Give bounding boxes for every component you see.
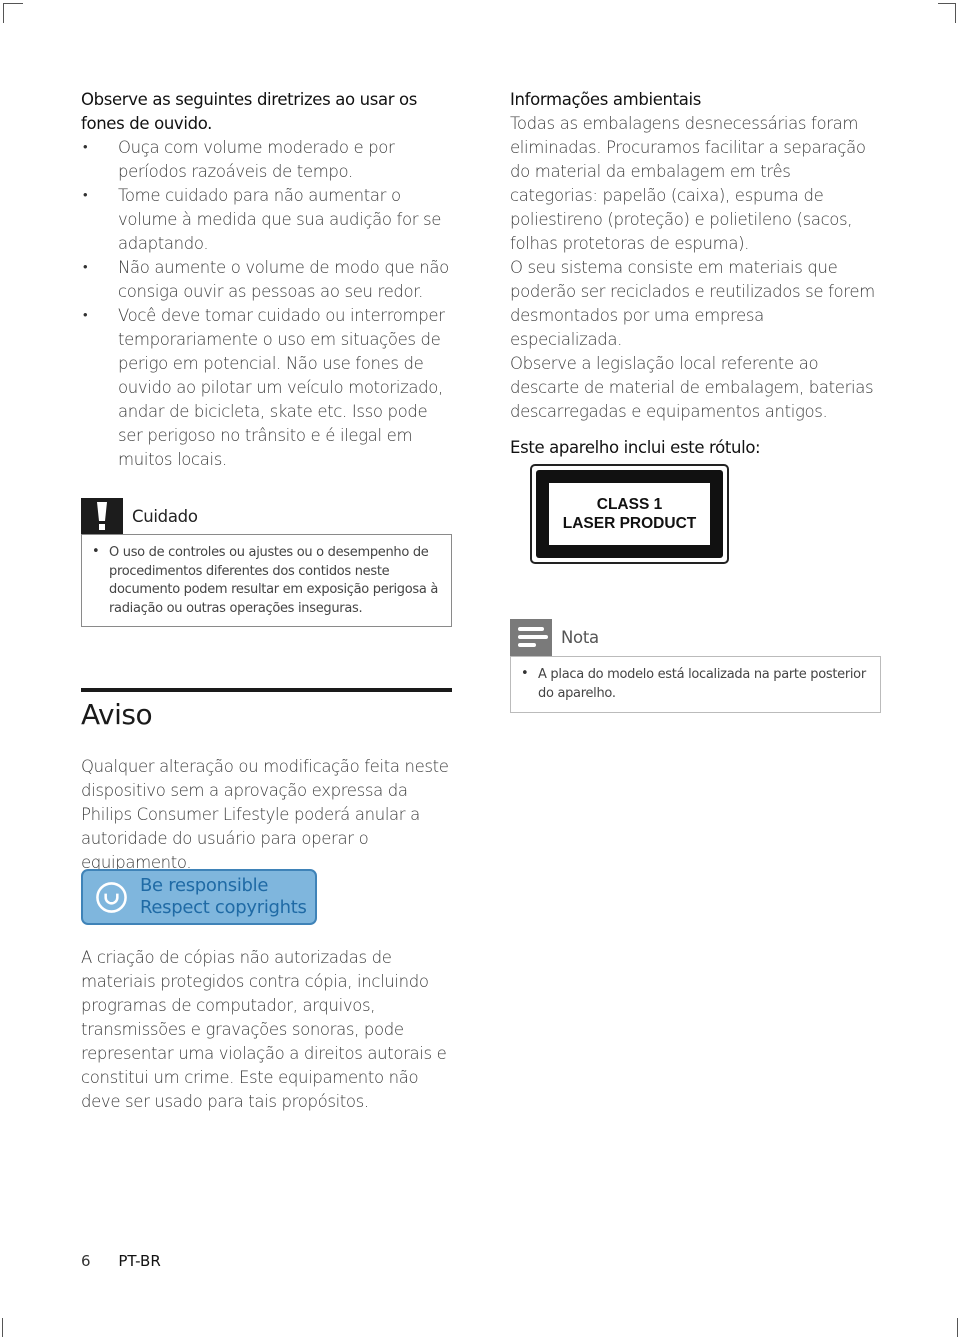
laser-label-line-1: CLASS 1 [596, 496, 663, 513]
environmental-info-heading: Informações ambientais [510, 90, 701, 109]
list-item: O uso de controles ou ajustes ou o desem… [92, 543, 441, 618]
label-intro: Este aparelho inclui este rótulo: [510, 438, 761, 457]
list-item: Ouça com volume moderado e por períodos … [81, 136, 456, 184]
laser-label-line-2: LASER PRODUCT [562, 515, 697, 532]
note-lines-icon [510, 619, 552, 656]
aviso-heading: Aviso [81, 698, 153, 731]
right-column: Informações ambientais Todas as embalage… [510, 88, 880, 460]
copyright-line-2: Respect copyrights [140, 897, 307, 918]
headphone-guidelines-list: Ouça com volume moderado e por períodos … [81, 136, 456, 472]
environmental-paragraph: Todas as embalagens desnecessárias foram… [510, 114, 866, 253]
exclamation-icon [81, 498, 123, 534]
crop-mark-bottom-left-v [2, 1318, 3, 1337]
smile-circle-icon [96, 881, 127, 913]
caution-header: Cuidado [81, 498, 452, 534]
page-number: 6 [81, 1252, 91, 1270]
copyright-line-1: Be responsible [140, 875, 269, 896]
headphone-guidelines-intro: Observe as seguintes diretrizes ao usar … [81, 90, 418, 133]
list-item: Não aumente o volume de modo que não con… [81, 256, 456, 304]
left-column: Observe as seguintes diretrizes ao usar … [81, 88, 456, 472]
crop-mark-top-left-v [3, 3, 4, 23]
crop-mark-top-left-h [3, 3, 23, 4]
note-header: Nota [510, 619, 881, 656]
note-box: Nota A placa do modelo está localizada n… [510, 619, 881, 713]
crop-mark-top-right-h [938, 3, 956, 4]
list-item: A placa do modelo está localizada na par… [521, 665, 870, 703]
aviso-paragraph: Qualquer alteração ou modificação feita … [81, 757, 449, 872]
environmental-paragraph: O seu sistema consiste em materiais que … [510, 258, 875, 349]
caution-content: O uso de controles ou ajustes ou o desem… [81, 534, 452, 627]
laser-product-label: CLASS 1 LASER PRODUCT [530, 464, 729, 564]
section-divider [81, 688, 452, 692]
caution-box: Cuidado O uso de controles ou ajustes ou… [81, 498, 452, 627]
copyright-paragraph: A criação de cópias não autorizadas de m… [81, 948, 447, 1111]
note-content: A placa do modelo está localizada na par… [510, 656, 881, 713]
list-item: Tome cuidado para não aumentar o volume … [81, 184, 456, 256]
note-title: Nota [561, 628, 599, 647]
crop-mark-bottom-right-v [957, 1318, 958, 1337]
environmental-paragraph: Observe a legislação local referente ao … [510, 354, 874, 421]
copyright-badge-text: Be responsible Respect copyrights [140, 875, 307, 919]
copyright-badge: Be responsible Respect copyrights [81, 869, 317, 925]
page-footer: 6 PT-BR [81, 1252, 161, 1270]
caution-title: Cuidado [132, 507, 198, 526]
language-code: PT-BR [118, 1252, 161, 1270]
list-item: Você deve tomar cuidado ou interromper t… [81, 304, 456, 472]
crop-mark-top-right-v [955, 3, 956, 23]
